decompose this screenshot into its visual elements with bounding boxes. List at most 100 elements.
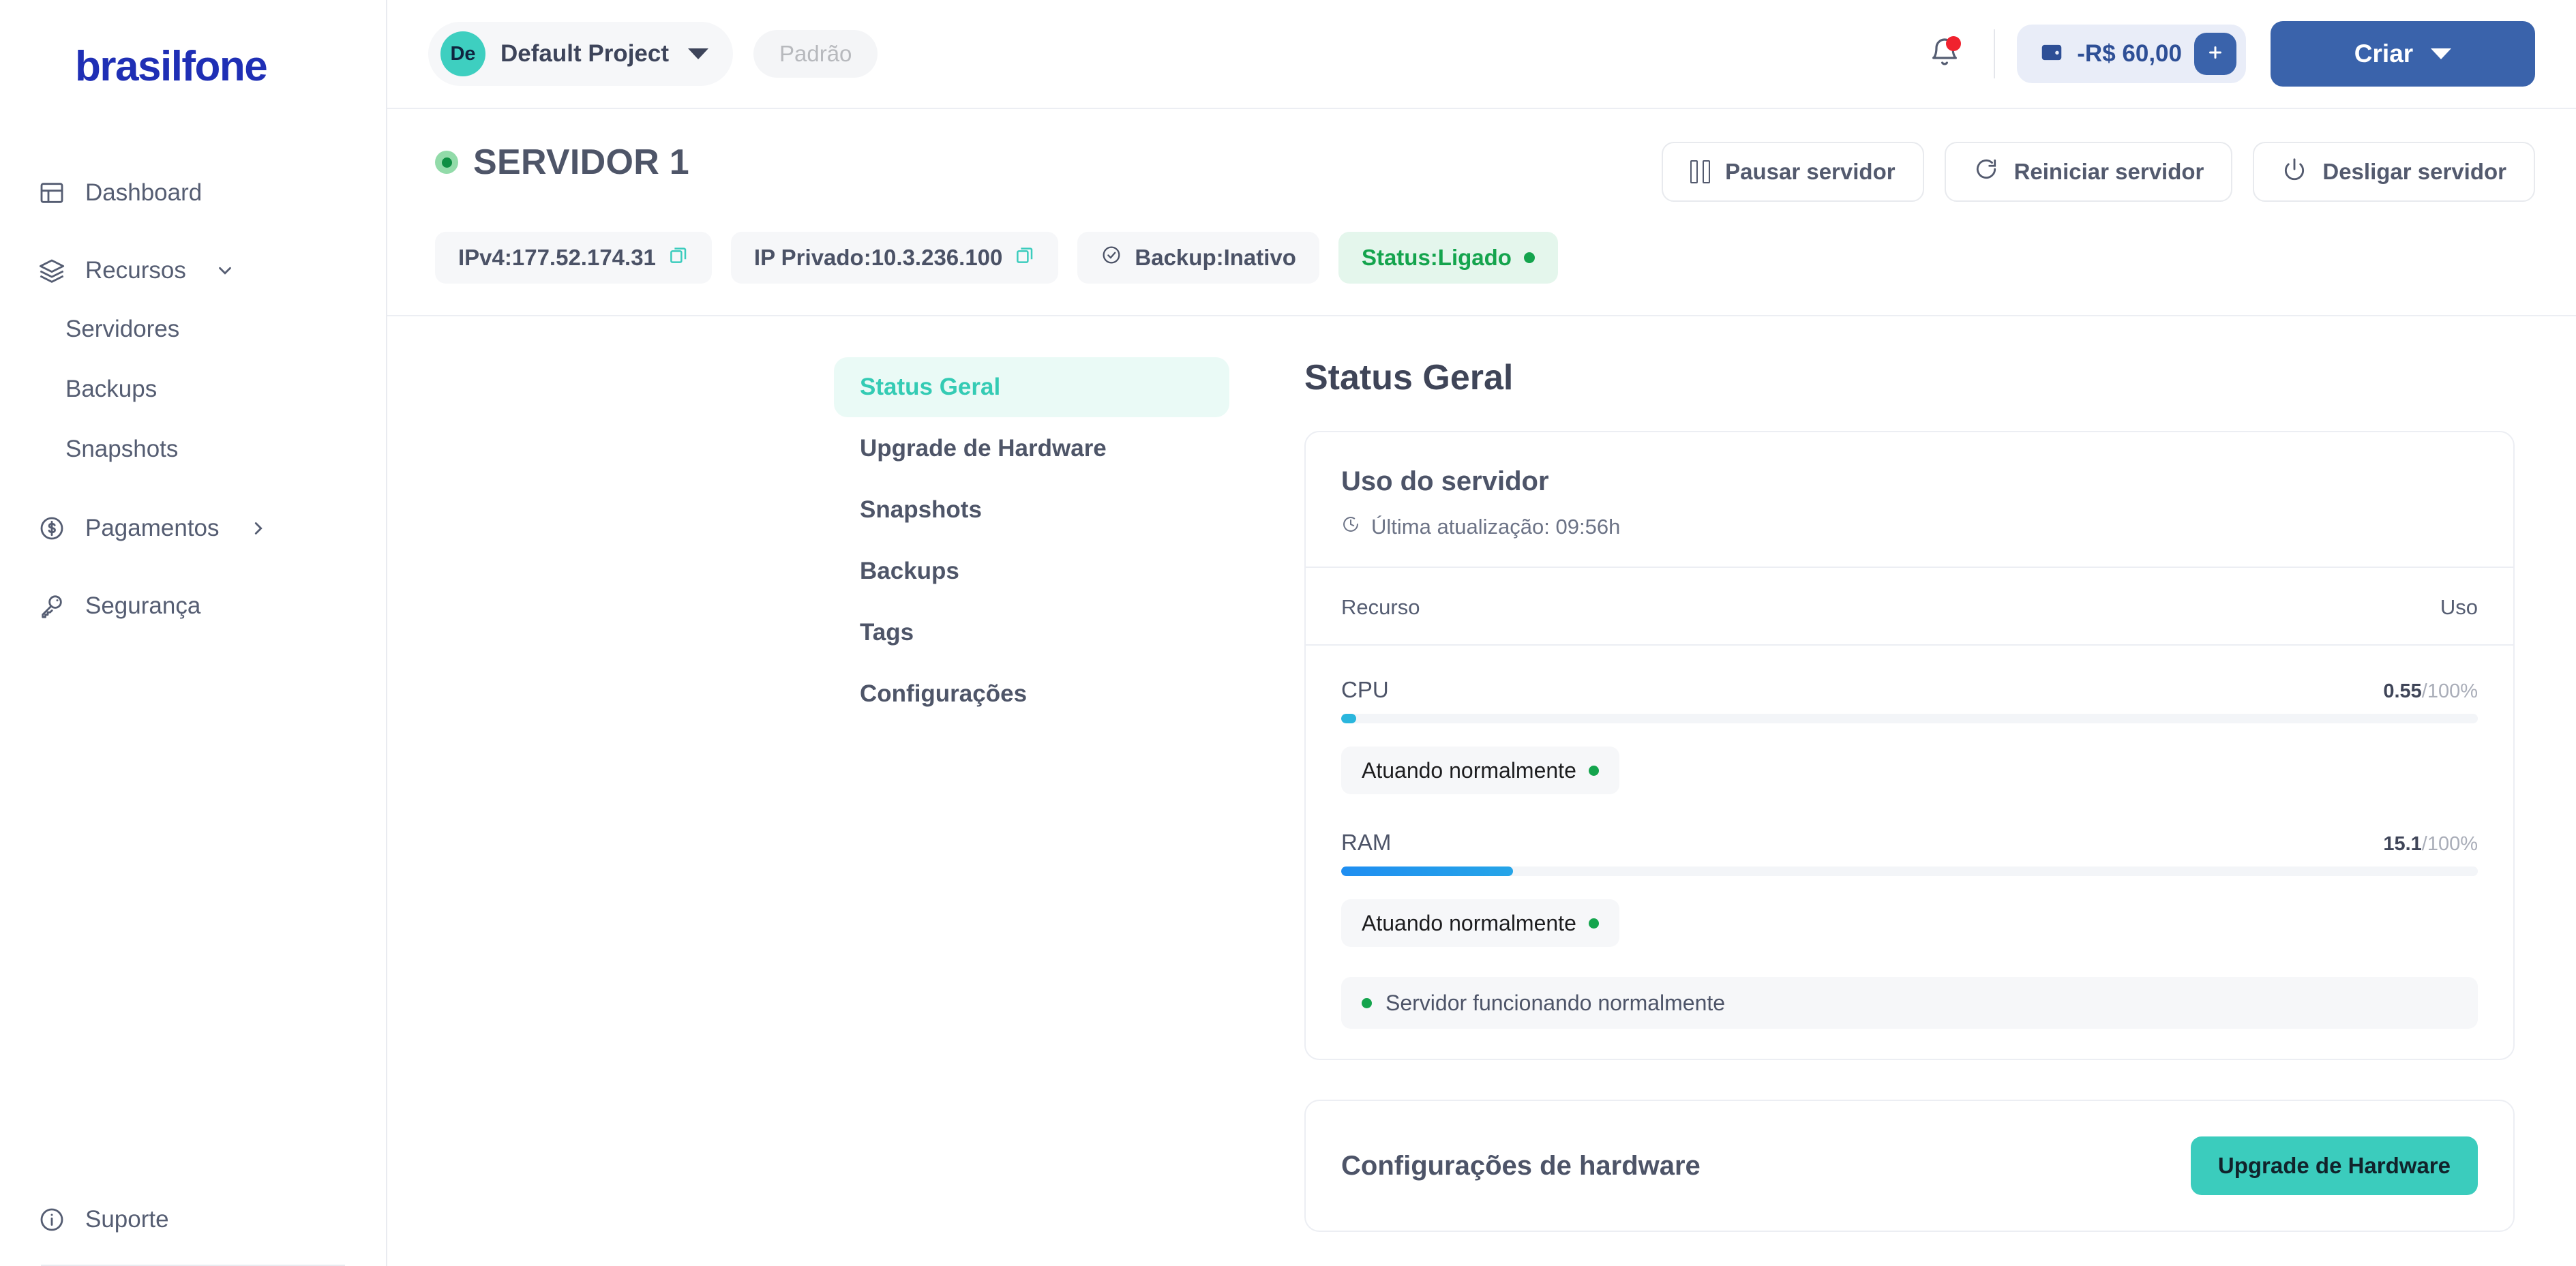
server-health-strip: Servidor funcionando normalmente	[1341, 977, 2478, 1029]
sidebar-item-label: Recursos	[85, 257, 186, 284]
notifications-button[interactable]	[1917, 27, 1972, 81]
pause-icon	[1690, 160, 1711, 183]
pause-server-label: Pausar servidor	[1725, 159, 1896, 184]
chevron-down-icon	[2431, 48, 2452, 59]
balance-widget[interactable]: -R$ 60,00	[2017, 25, 2246, 83]
usage-row-ram: RAM 15.1/100% Atuando normalmente	[1306, 794, 2513, 947]
chevron-down-icon	[688, 48, 708, 59]
default-badge: Padrão	[753, 30, 878, 78]
brand-logo-text: brasilfone	[75, 43, 268, 90]
sidebar-item-servidores[interactable]: Servidores	[0, 299, 386, 359]
toolbar-divider	[1994, 29, 1996, 78]
chip-ipv4-label: IPv4:177.52.174.31	[458, 245, 656, 270]
sidebar-item-label: Pagamentos	[85, 515, 220, 541]
tab-tags[interactable]: Tags	[834, 603, 1229, 663]
chip-private-ip[interactable]: IP Privado:10.3.236.100	[730, 232, 1059, 284]
sidebar-subitem-label: Snapshots	[65, 436, 179, 462]
ram-status-badge: Atuando normalmente	[1341, 899, 1619, 947]
sidebar-item-snapshots[interactable]: Snapshots	[0, 419, 386, 479]
dollar-circle-icon	[38, 514, 66, 543]
tab-label: Status Geral	[860, 374, 1001, 400]
ram-value-number: 15.1	[2383, 833, 2422, 855]
sidebar-item-backups[interactable]: Backups	[0, 359, 386, 419]
tab-backups[interactable]: Backups	[834, 541, 1229, 601]
top-bar-right: -R$ 60,00 Criar	[1917, 21, 2535, 87]
tab-label: Tags	[860, 619, 914, 646]
tab-status-geral[interactable]: Status Geral	[834, 357, 1229, 417]
server-status-indicator	[435, 151, 458, 174]
tab-snapshots[interactable]: Snapshots	[834, 480, 1229, 540]
sidebar-item-pagamentos[interactable]: Pagamentos	[0, 500, 386, 557]
chip-backup-label: Backup:Inativo	[1135, 245, 1296, 270]
cpu-status-badge: Atuando normalmente	[1341, 747, 1619, 794]
usage-table-header: Recurso Uso	[1306, 568, 2513, 644]
info-circle-icon	[38, 1205, 66, 1234]
cpu-progress-track	[1341, 714, 2478, 723]
power-icon	[2281, 156, 2307, 187]
shutdown-server-button[interactable]: Desligar servidor	[2253, 142, 2535, 202]
create-button-label: Criar	[2354, 40, 2414, 67]
last-update-row: Última atualização: 09:56h	[1341, 515, 2478, 539]
sidebar-subitem-label: Backups	[65, 376, 158, 402]
sidebar-item-label: Suporte	[85, 1206, 169, 1233]
dashboard-icon	[38, 179, 66, 207]
green-dot	[1588, 765, 1599, 776]
main-area: De Default Project Padrão -R$ 60,00 Cria…	[387, 0, 2576, 1266]
cpu-progress-fill	[1341, 714, 1356, 723]
clock-check-icon	[1100, 244, 1122, 271]
upgrade-hardware-button[interactable]: Upgrade de Hardware	[2190, 1136, 2478, 1195]
usage-row-cpu: CPU 0.55/100% Atuando normalmente	[1306, 646, 2513, 794]
brand-logo[interactable]: brasilfone	[0, 0, 386, 91]
usage-card-title: Uso do servidor	[1341, 466, 1549, 496]
clock-icon	[1341, 515, 1360, 539]
usage-card-header: Uso do servidor Última atualização: 09:5…	[1306, 432, 2513, 567]
ram-progress-track	[1341, 866, 2478, 876]
cpu-line: CPU 0.55/100%	[1341, 677, 2478, 703]
ram-status-text: Atuando normalmente	[1362, 910, 1576, 935]
shutdown-server-label: Desligar servidor	[2322, 159, 2506, 184]
panel-status-geral: Status Geral Uso do servidor Última atua…	[1229, 357, 2576, 1266]
project-name: Default Project	[500, 40, 669, 67]
sidebar-item-recursos[interactable]: Recursos	[0, 242, 386, 299]
layers-icon	[38, 256, 66, 285]
hardware-config-card: Configurações de hardware Upgrade de Har…	[1304, 1100, 2515, 1232]
hardware-card-title: Configurações de hardware	[1341, 1150, 1701, 1181]
server-actions: Pausar servidor Reiniciar servidor Desli…	[1662, 142, 2535, 202]
create-button[interactable]: Criar	[2271, 21, 2535, 87]
content-area: Status Geral Upgrade de Hardware Snapsho…	[387, 316, 2576, 1266]
restart-server-button[interactable]: Reiniciar servidor	[1944, 142, 2233, 202]
tab-upgrade-de-hardware[interactable]: Upgrade de Hardware	[834, 419, 1229, 479]
project-selector[interactable]: De Default Project	[428, 22, 733, 86]
top-bar: De Default Project Padrão -R$ 60,00 Cria…	[387, 0, 2576, 109]
chip-ipv4[interactable]: IPv4:177.52.174.31	[435, 232, 712, 284]
chevron-down-icon	[215, 260, 235, 281]
sidebar-item-seguranca[interactable]: Segurança	[0, 577, 386, 635]
refresh-icon	[1973, 156, 1999, 187]
ram-label: RAM	[1341, 830, 1392, 855]
cpu-status-text: Atuando normalmente	[1362, 757, 1576, 783]
tab-label: Snapshots	[860, 496, 982, 523]
app-root: brasilfone Dashboard Recursos Servidores…	[0, 0, 2576, 1266]
column-resource: Recurso	[1341, 595, 1420, 619]
pause-server-button[interactable]: Pausar servidor	[1662, 142, 1924, 202]
chip-backup[interactable]: Backup:Inativo	[1077, 232, 1319, 284]
copy-icon[interactable]	[1015, 245, 1035, 271]
sidebar: brasilfone Dashboard Recursos Servidores…	[0, 0, 387, 1266]
tab-configuracoes[interactable]: Configurações	[834, 664, 1229, 724]
server-usage-card: Uso do servidor Última atualização: 09:5…	[1304, 431, 2515, 1060]
add-funds-button[interactable]	[2194, 33, 2236, 75]
sidebar-item-suporte[interactable]: Suporte	[0, 1187, 386, 1252]
last-update-text: Última atualização: 09:56h	[1371, 515, 1621, 539]
upgrade-hardware-label: Upgrade de Hardware	[2217, 1153, 2451, 1178]
tab-label: Backups	[860, 558, 959, 584]
cpu-label: CPU	[1341, 677, 1389, 702]
sidebar-item-dashboard[interactable]: Dashboard	[0, 164, 386, 222]
plus-icon	[2205, 42, 2226, 66]
copy-icon[interactable]	[668, 245, 689, 271]
server-health-text: Servidor funcionando normalmente	[1386, 990, 1726, 1015]
chip-status[interactable]: Status:Ligado	[1338, 232, 1558, 284]
sidebar-support-section: Suporte	[0, 1187, 386, 1266]
